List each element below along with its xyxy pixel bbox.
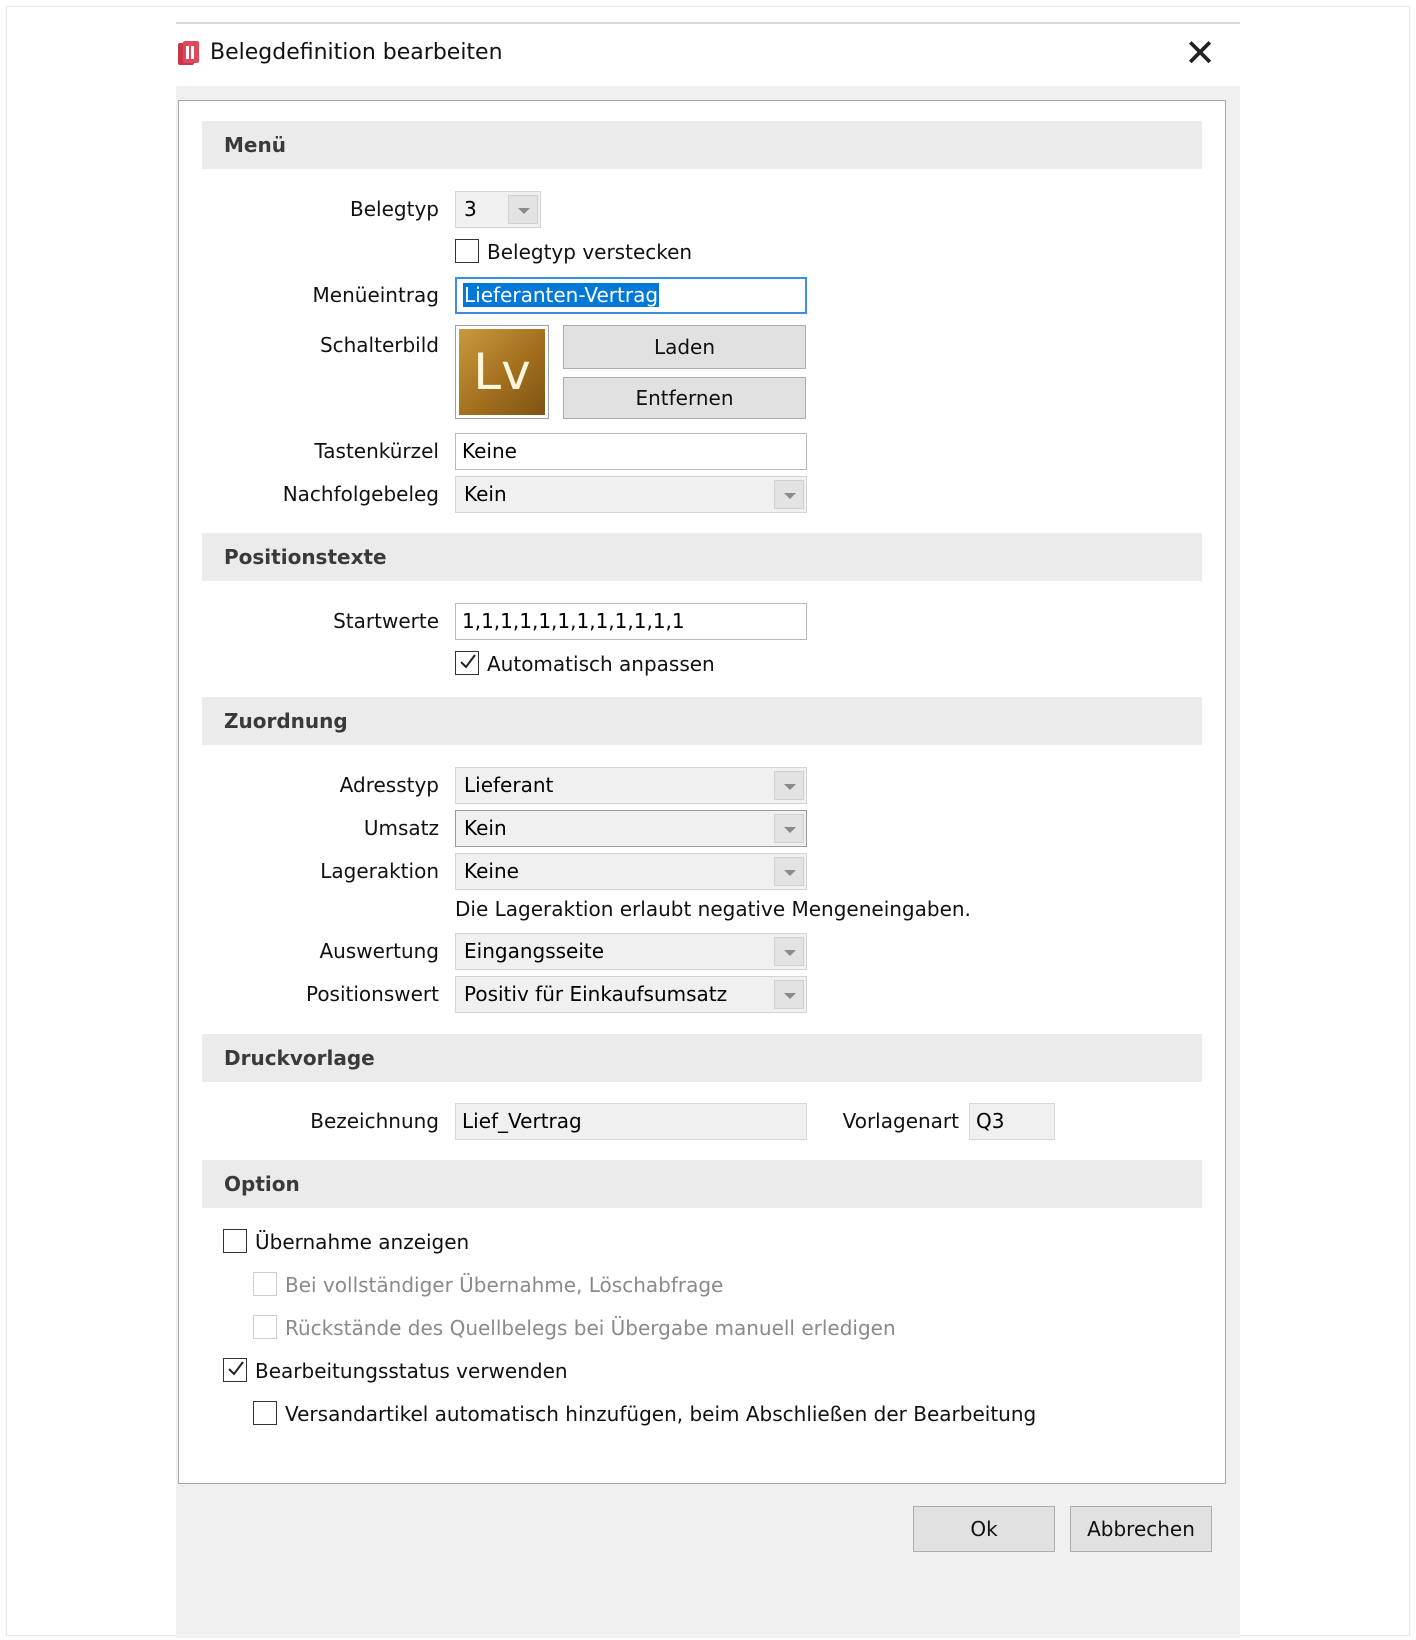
nachfolgebeleg-label: Nachfolgebeleg <box>282 482 439 506</box>
belegtyp-label: Belegtyp <box>350 197 439 221</box>
umsatz-label: Umsatz <box>363 816 439 840</box>
menueintrag-value: Lieferanten-Vertrag <box>463 283 660 307</box>
umsatz-value: Kein <box>464 816 507 840</box>
umsatz-select[interactable]: Kein <box>455 810 807 847</box>
chevron-down-icon <box>774 937 804 966</box>
lv-button-image: Lv <box>459 329 545 415</box>
adresstyp-label: Adresstyp <box>339 773 439 797</box>
vorlagenart-input[interactable]: Q3 <box>969 1103 1055 1140</box>
bearbeitungsstatus-checkbox[interactable] <box>223 1358 247 1382</box>
window-title: Belegdefinition bearbeiten <box>210 40 503 65</box>
menueintrag-label: Menüeintrag <box>312 283 439 307</box>
lageraktion-value: Keine <box>464 859 519 883</box>
positionswert-value: Positiv für Einkaufsumsatz <box>464 982 728 1006</box>
chevron-down-icon <box>774 814 804 843</box>
chevron-down-icon <box>774 771 804 800</box>
belegtyp-select[interactable]: 3 <box>455 191 541 228</box>
loeschabfrage-label: Bei vollständiger Übernahme, Löschabfrag… <box>285 1273 724 1297</box>
rueckstaende-checkbox[interactable] <box>253 1315 277 1339</box>
checkmark-icon <box>460 654 476 669</box>
uebernahme-anzeigen-checkbox[interactable] <box>223 1229 247 1253</box>
ok-button[interactable]: Ok <box>913 1506 1055 1552</box>
startwerte-label: Startwerte <box>333 609 439 633</box>
automatisch-anpassen-label: Automatisch anpassen <box>487 652 715 676</box>
entfernen-button[interactable]: Entfernen <box>563 377 806 419</box>
adresstyp-select[interactable]: Lieferant <box>455 767 807 804</box>
section-header-positionstexte: Positionstexte <box>202 533 1202 581</box>
positionswert-label: Positionswert <box>305 982 439 1006</box>
vorlagenart-label: Vorlagenart <box>842 1109 959 1133</box>
versandartikel-label: Versandartikel automatisch hinzufügen, b… <box>285 1402 1037 1426</box>
auswertung-value: Eingangsseite <box>464 939 605 963</box>
schalterbild-image[interactable]: Lv <box>455 325 549 419</box>
laden-button[interactable]: Laden <box>563 325 806 369</box>
section-header-option: Option <box>202 1160 1202 1208</box>
adresstyp-value: Lieferant <box>464 773 554 797</box>
chevron-down-icon <box>774 857 804 886</box>
section-header-zuordnung: Zuordnung <box>202 697 1202 745</box>
content-panel: Menü Belegtyp 3 Belegtyp verstecken Menü… <box>178 100 1226 1484</box>
title-bar: Belegdefinition bearbeiten ✕ <box>176 22 1240 86</box>
rueckstaende-label: Rückstände des Quellbelegs bei Übergabe … <box>285 1316 896 1340</box>
dialog-window: Belegdefinition bearbeiten ✕ Menü Belegt… <box>176 22 1240 1638</box>
auswertung-select[interactable]: Eingangsseite <box>455 933 807 970</box>
tastenkuerzel-label: Tastenkürzel <box>314 439 439 463</box>
chevron-down-icon <box>774 980 804 1009</box>
app-document-icon <box>178 41 199 65</box>
chevron-down-icon <box>774 480 804 509</box>
belegtyp-verstecken-label: Belegtyp verstecken <box>487 240 693 264</box>
lageraktion-info-text: Die Lageraktion erlaubt negative Mengene… <box>455 897 971 921</box>
section-header-druckvorlage: Druckvorlage <box>202 1034 1202 1082</box>
nachfolgebeleg-value: Kein <box>464 482 507 506</box>
tastenkuerzel-input[interactable]: Keine <box>455 433 807 470</box>
close-icon[interactable]: ✕ <box>1184 34 1216 72</box>
loeschabfrage-checkbox[interactable] <box>253 1272 277 1296</box>
menueintrag-input[interactable]: Lieferanten-Vertrag <box>455 277 807 314</box>
nachfolgebeleg-select[interactable]: Kein <box>455 476 807 513</box>
schalterbild-label: Schalterbild <box>319 333 439 357</box>
positionswert-select[interactable]: Positiv für Einkaufsumsatz <box>455 976 807 1013</box>
bearbeitungsstatus-label: Bearbeitungsstatus verwenden <box>255 1359 568 1383</box>
startwerte-input[interactable]: 1,1,1,1,1,1,1,1,1,1,1,1 <box>455 603 807 640</box>
belegtyp-verstecken-checkbox[interactable] <box>455 239 479 263</box>
lageraktion-label: Lageraktion <box>320 859 439 883</box>
bezeichnung-label: Bezeichnung <box>310 1109 439 1133</box>
chevron-down-icon <box>508 195 538 224</box>
cancel-button[interactable]: Abbrechen <box>1070 1506 1212 1552</box>
versandartikel-checkbox[interactable] <box>253 1401 277 1425</box>
uebernahme-anzeigen-label: Übernahme anzeigen <box>255 1230 470 1254</box>
auswertung-label: Auswertung <box>319 939 439 963</box>
belegtyp-value: 3 <box>464 197 477 221</box>
checkmark-icon <box>228 1361 244 1376</box>
lageraktion-select[interactable]: Keine <box>455 853 807 890</box>
section-header-menu: Menü <box>202 121 1202 169</box>
automatisch-anpassen-checkbox[interactable] <box>455 651 479 675</box>
